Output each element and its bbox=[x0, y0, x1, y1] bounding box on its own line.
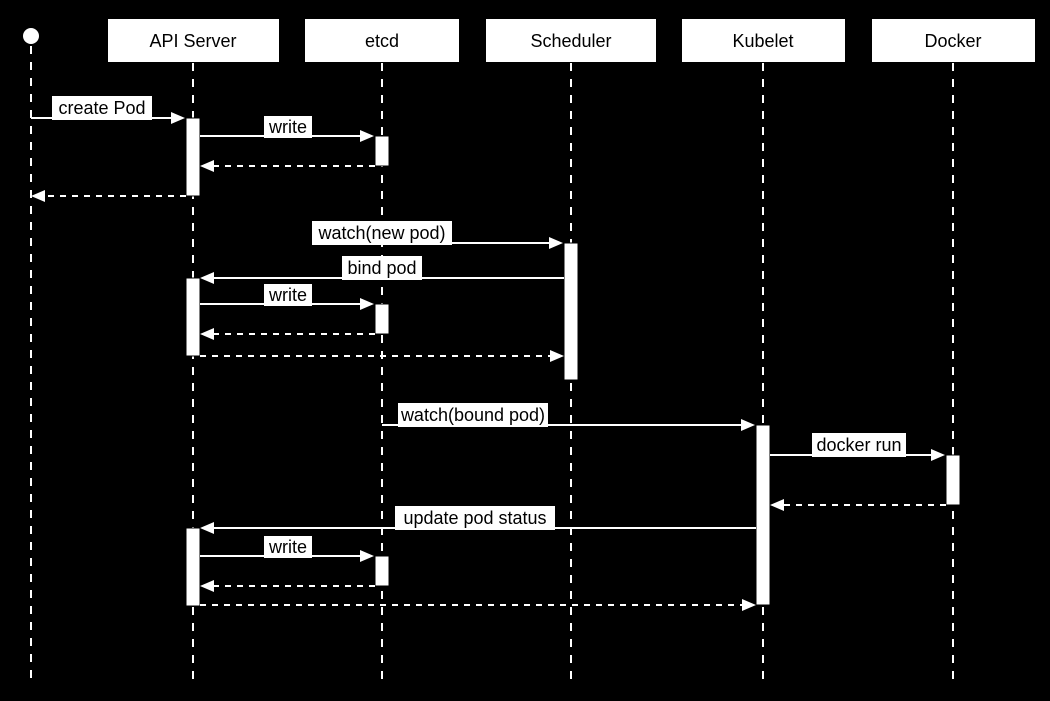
msg-bind-pod: bind pod bbox=[347, 258, 416, 278]
activation-etcd-3 bbox=[375, 556, 389, 586]
activation-docker bbox=[946, 455, 960, 505]
msg-watch-new: watch(new pod) bbox=[317, 223, 445, 243]
participant-kubelet-label: Kubelet bbox=[732, 31, 793, 51]
participant-etcd-label: etcd bbox=[365, 31, 399, 51]
msg-write2: write bbox=[268, 285, 307, 305]
msg-create-pod: create Pod bbox=[58, 98, 145, 118]
participant-api-server-label: API Server bbox=[149, 31, 236, 51]
sequence-diagram: API Server etcd Scheduler Kubelet Docker… bbox=[0, 0, 1050, 701]
participant-docker-label: Docker bbox=[924, 31, 981, 51]
activation-etcd-2 bbox=[375, 304, 389, 334]
activation-api-3 bbox=[186, 528, 200, 606]
msg-update-status: update pod status bbox=[403, 508, 546, 528]
activation-api-2 bbox=[186, 278, 200, 356]
actor-dot bbox=[23, 28, 39, 44]
activation-scheduler bbox=[564, 243, 578, 380]
activation-api-1 bbox=[186, 118, 200, 196]
msg-docker-run: docker run bbox=[816, 435, 901, 455]
activation-kubelet bbox=[756, 425, 770, 605]
msg-watch-bound: watch(bound pod) bbox=[400, 405, 545, 425]
msg-write1: write bbox=[268, 117, 307, 137]
msg-write3: write bbox=[268, 537, 307, 557]
activation-etcd-1 bbox=[375, 136, 389, 166]
participant-scheduler-label: Scheduler bbox=[530, 31, 611, 51]
